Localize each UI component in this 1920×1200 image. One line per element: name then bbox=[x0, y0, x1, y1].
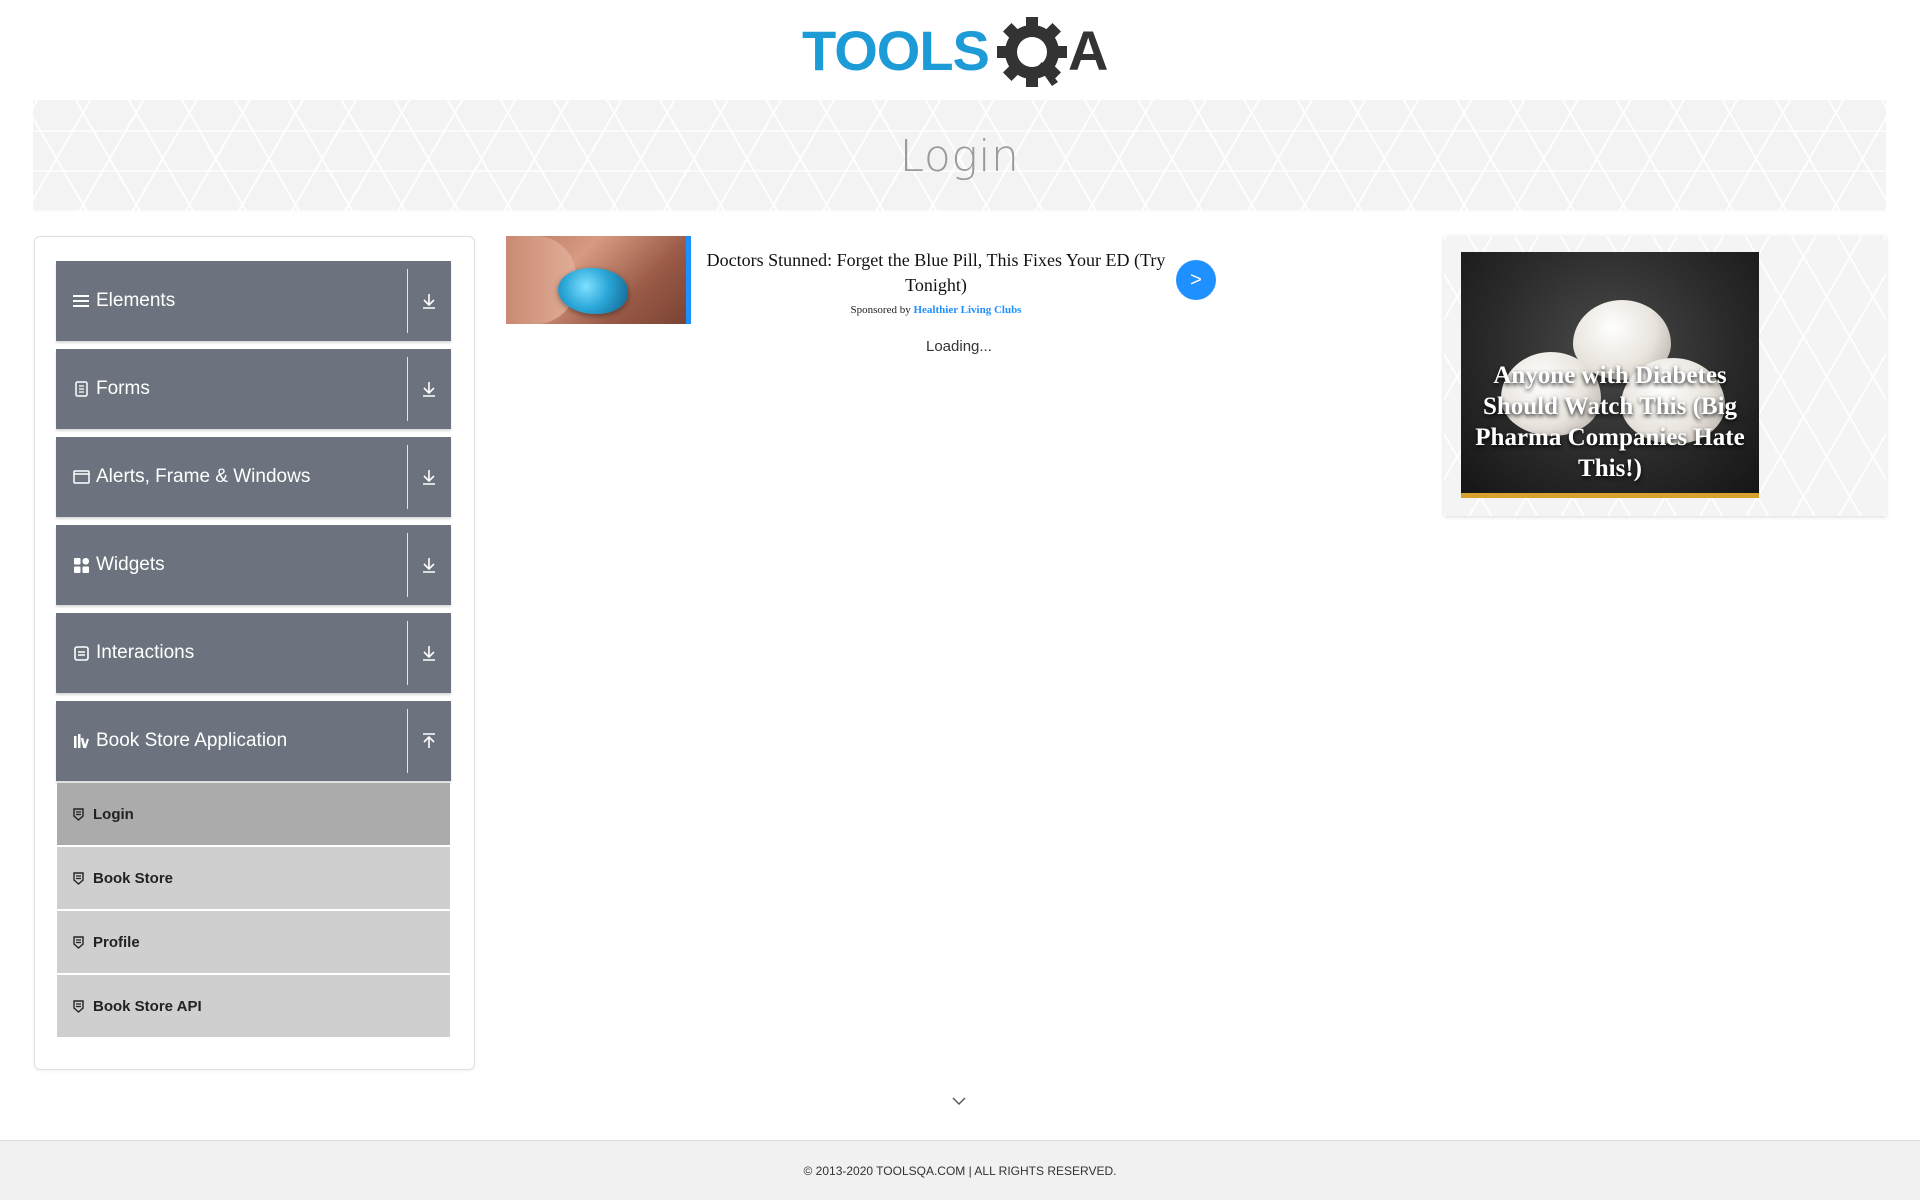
divider bbox=[407, 445, 408, 509]
menu-group-alerts: Alerts, Frame & Windows bbox=[56, 437, 451, 517]
hamburger-icon bbox=[72, 292, 90, 310]
gear-icon bbox=[997, 17, 1067, 87]
menu-group-interactions: Interactions bbox=[56, 613, 451, 693]
site-header: TOOLS A bbox=[0, 0, 1920, 100]
left-panel-menu: Elements Forms Alerts, Frame & Windows W… bbox=[34, 236, 475, 1070]
expand-icon[interactable] bbox=[419, 643, 439, 663]
page-banner: Login bbox=[33, 100, 1886, 212]
group-label: Elements bbox=[96, 290, 176, 311]
sidebar-ad[interactable]: Anyone with Diabetes Should Watch This (… bbox=[1444, 236, 1886, 516]
submenu-item-label: Book Store API bbox=[93, 997, 202, 1015]
sponsor-link[interactable]: Healthier Living Clubs bbox=[913, 304, 1021, 316]
menu-group-widgets: Widgets bbox=[56, 525, 451, 605]
native-ad[interactable]: Doctors Stunned: Forget the Blue Pill, T… bbox=[506, 236, 1216, 326]
expand-icon[interactable] bbox=[419, 291, 439, 311]
ad-sponsor-line: Sponsored by Healthier Living Clubs bbox=[706, 304, 1166, 316]
group-label: Alerts, Frame & Windows bbox=[96, 466, 311, 487]
submenu-item-label: Login bbox=[93, 805, 134, 823]
submenu-item-book-store[interactable]: Book Store bbox=[57, 847, 450, 909]
divider bbox=[407, 357, 408, 421]
collapse-icon[interactable] bbox=[419, 731, 439, 751]
sponsored-by-label: Sponsored by bbox=[850, 304, 911, 316]
ad-headline[interactable]: Doctors Stunned: Forget the Blue Pill, T… bbox=[706, 248, 1166, 298]
group-header-elements[interactable]: Elements bbox=[56, 261, 451, 341]
logo-text-qa: A bbox=[1068, 19, 1108, 82]
shield-icon bbox=[71, 999, 85, 1013]
copyright-text: © 2013-2020 TOOLSQA.COM | ALL RIGHTS RES… bbox=[803, 1163, 1117, 1178]
shield-icon bbox=[71, 807, 85, 821]
shield-icon bbox=[71, 935, 85, 949]
blue-stone-image bbox=[558, 268, 628, 314]
divider bbox=[407, 621, 408, 685]
interaction-icon bbox=[72, 644, 90, 662]
ad-next-button[interactable]: > bbox=[1176, 260, 1216, 300]
expand-icon[interactable] bbox=[419, 379, 439, 399]
ad-accent-bar bbox=[686, 236, 691, 324]
group-label: Widgets bbox=[96, 554, 165, 575]
menu-group-forms: Forms bbox=[56, 349, 451, 429]
group-label: Interactions bbox=[96, 642, 195, 663]
loading-text: Loading... bbox=[926, 338, 992, 355]
submenu-item-login[interactable]: Login bbox=[57, 783, 450, 845]
group-header-alerts[interactable]: Alerts, Frame & Windows bbox=[56, 437, 451, 517]
submenu-item-label: Profile bbox=[93, 933, 140, 951]
divider bbox=[407, 533, 408, 597]
group-header-forms[interactable]: Forms bbox=[56, 349, 451, 429]
ad-thumbnail-image[interactable] bbox=[506, 236, 686, 324]
logo-text-tools: TOOLS bbox=[802, 19, 989, 82]
group-header-book-store-application[interactable]: Book Store Application bbox=[56, 701, 451, 781]
expand-icon[interactable] bbox=[419, 467, 439, 487]
ad-caption: Anyone with Diabetes Should Watch This (… bbox=[1475, 362, 1745, 482]
divider bbox=[407, 269, 408, 333]
toolsqa-logo[interactable]: TOOLS A bbox=[800, 12, 1125, 92]
group-label: Book Store Application bbox=[96, 730, 288, 751]
footer: © 2013-2020 TOOLSQA.COM | ALL RIGHTS RES… bbox=[0, 1140, 1920, 1200]
widgets-grid-icon bbox=[72, 556, 90, 574]
submenu-item-label: Book Store bbox=[93, 869, 174, 887]
books-icon bbox=[72, 732, 90, 750]
window-icon bbox=[72, 468, 90, 486]
group-header-widgets[interactable]: Widgets bbox=[56, 525, 451, 605]
chevron-down-icon[interactable] bbox=[951, 1094, 967, 1106]
eggs-in-pot-image[interactable]: Anyone with Diabetes Should Watch This (… bbox=[1461, 252, 1759, 498]
group-label: Forms bbox=[96, 378, 150, 399]
shield-icon bbox=[71, 871, 85, 885]
divider bbox=[407, 709, 408, 773]
document-icon bbox=[72, 380, 90, 398]
menu-group-elements: Elements bbox=[56, 261, 451, 341]
menu-group-book-store-application: Book Store Application bbox=[56, 701, 451, 781]
page-title: Login bbox=[899, 130, 1020, 182]
group-header-interactions[interactable]: Interactions bbox=[56, 613, 451, 693]
book-store-submenu: Login Book Store Profile Book Store API bbox=[57, 783, 450, 1039]
submenu-item-book-store-api[interactable]: Book Store API bbox=[57, 975, 450, 1037]
submenu-item-profile[interactable]: Profile bbox=[57, 911, 450, 973]
expand-icon[interactable] bbox=[419, 555, 439, 575]
